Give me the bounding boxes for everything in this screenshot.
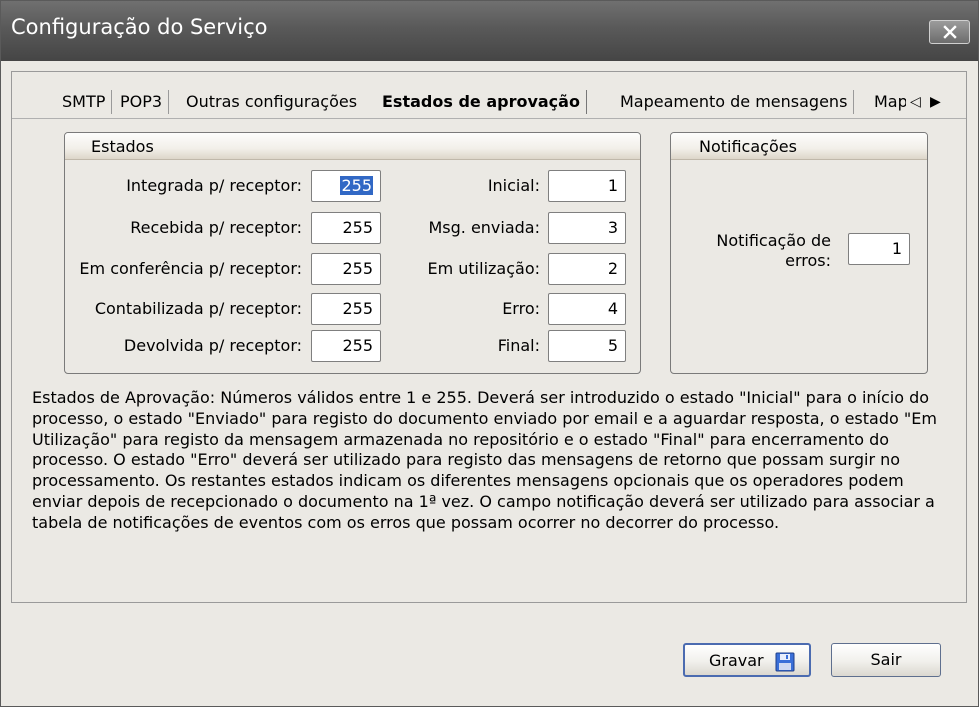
tab-map-truncated[interactable]: Map <box>868 90 906 114</box>
recebida-input[interactable]: 255 <box>311 212 381 244</box>
estados-group-header: Estados <box>65 133 640 160</box>
recebida-label: Recebida p/ receptor: <box>130 218 302 237</box>
integrada-label: Integrada p/ receptor: <box>126 176 302 195</box>
integrada-value: 255 <box>340 176 373 195</box>
em-utilizacao-label: Em utilização: <box>427 259 540 278</box>
notificacoes-group-title: Notificações <box>699 137 797 156</box>
exit-button[interactable]: Sair <box>831 643 941 677</box>
contabilizada-input[interactable]: 255 <box>311 293 381 325</box>
tab-estados-de-aprovacao[interactable]: Estados de aprovação <box>376 90 587 114</box>
floppy-disk-icon <box>775 652 795 672</box>
save-button[interactable]: Gravar <box>683 643 811 677</box>
erro-input[interactable]: 4 <box>548 293 626 325</box>
tab-control: SMTP POP3 Outras configurações Estados d… <box>11 71 967 603</box>
estados-group-title: Estados <box>91 137 154 156</box>
inicial-label: Inicial: <box>487 176 540 195</box>
close-button[interactable] <box>929 20 970 44</box>
final-label: Final: <box>497 336 540 355</box>
notificacoes-group: Notificações Notificação de erros: 1 <box>670 132 928 374</box>
contabilizada-label: Contabilizada p/ receptor: <box>94 299 302 318</box>
description-text: Estados de Aprovação: Números válidos en… <box>32 388 937 532</box>
em-conferencia-label: Em conferência p/ receptor: <box>79 259 302 278</box>
tab-scroll-right-icon[interactable]: ▶ <box>930 90 941 114</box>
tab-mapeamento-de-mensagens[interactable]: Mapeamento de mensagens <box>614 90 855 114</box>
inicial-input[interactable]: 1 <box>548 170 626 202</box>
window-title: Configuração do Serviço <box>11 15 268 39</box>
devolvida-label: Devolvida p/ receptor: <box>123 336 302 355</box>
notificacoes-group-header: Notificações <box>671 133 927 160</box>
em-utilizacao-input[interactable]: 2 <box>548 253 626 285</box>
final-input[interactable]: 5 <box>548 330 626 362</box>
msg-enviada-input[interactable]: 3 <box>548 212 626 244</box>
tab-outras-configuracoes[interactable]: Outras configurações <box>180 90 363 114</box>
tab-strip: SMTP POP3 Outras configurações Estados d… <box>12 72 966 119</box>
service-config-window: Configuração do Serviço SMTP POP3 Outras… <box>0 0 979 707</box>
tab-pop3[interactable]: POP3 <box>114 90 170 114</box>
tab-scroll-left-icon[interactable]: ◁ <box>910 90 921 114</box>
em-conferencia-input[interactable]: 255 <box>311 253 381 285</box>
integrada-input[interactable]: 255 <box>311 170 381 202</box>
close-icon <box>943 25 957 39</box>
devolvida-input[interactable]: 255 <box>311 330 381 362</box>
notificacao-erros-input[interactable]: 1 <box>848 233 910 265</box>
tab-smtp[interactable]: SMTP <box>56 90 113 114</box>
title-bar[interactable]: Configuração do Serviço <box>1 1 978 61</box>
erro-label: Erro: <box>502 299 540 318</box>
msg-enviada-label: Msg. enviada: <box>428 218 540 237</box>
save-button-label: Gravar <box>709 651 764 670</box>
notificacao-erros-label: Notificação de erros: <box>716 231 831 270</box>
